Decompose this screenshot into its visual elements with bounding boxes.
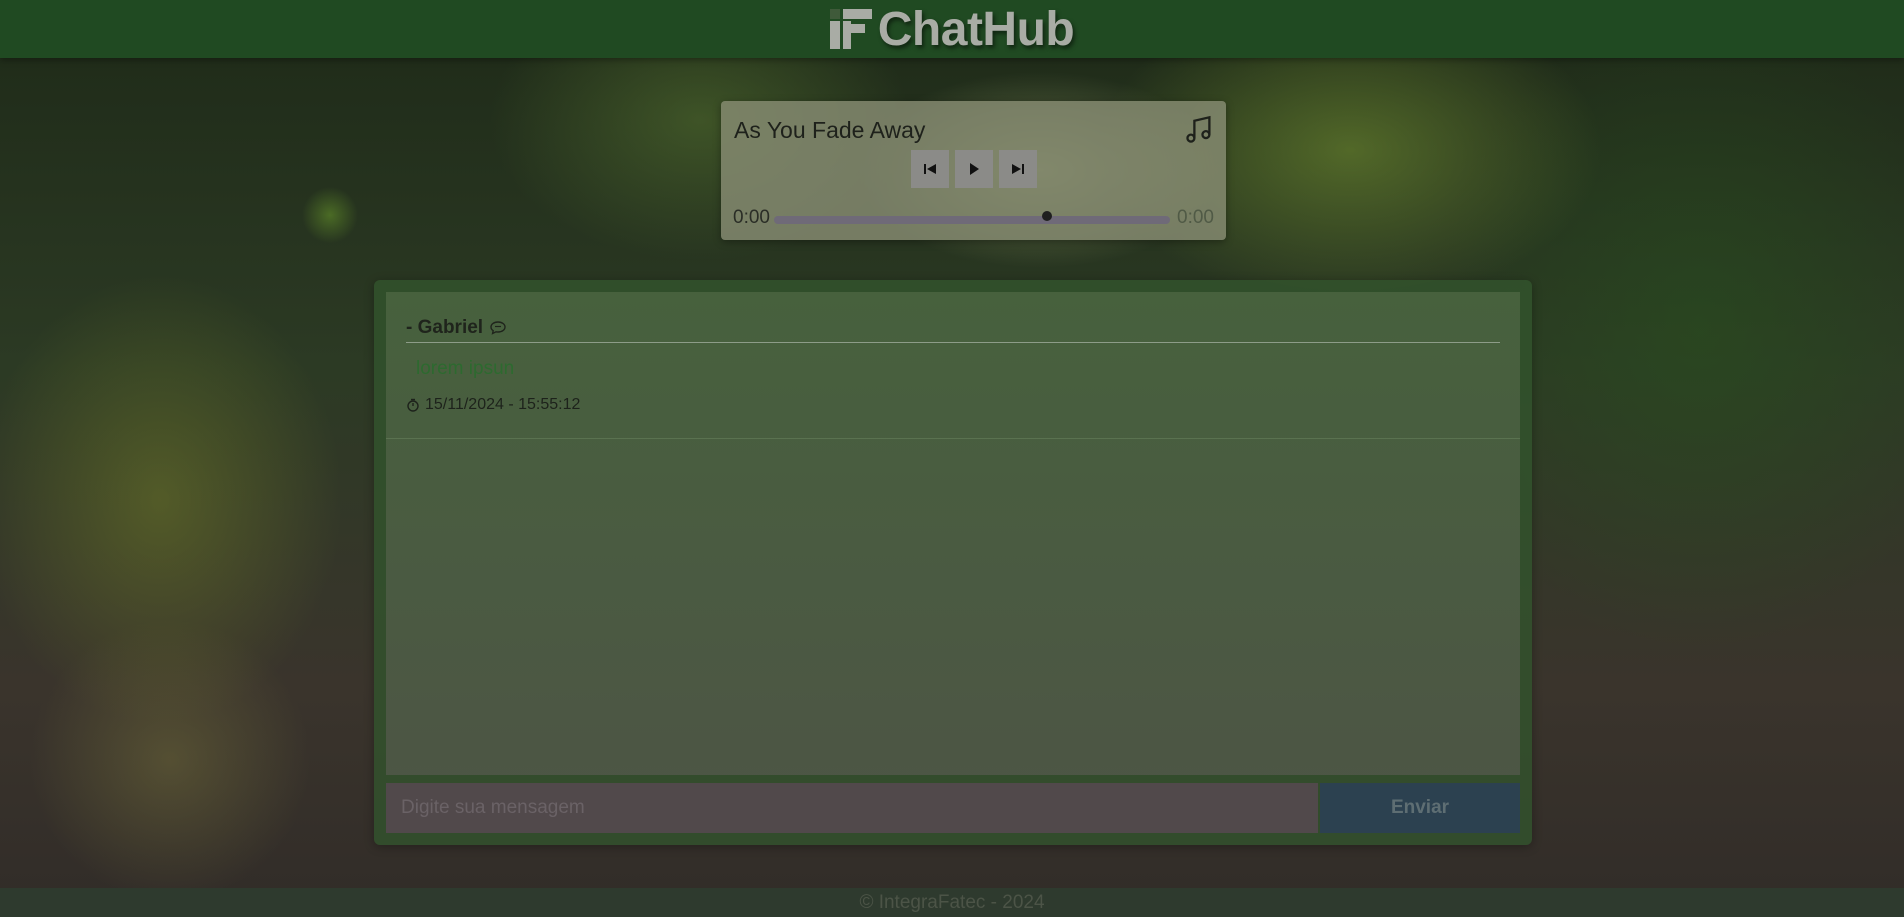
duration: 0:00 [1177, 207, 1214, 228]
next-button[interactable] [998, 150, 1037, 188]
message-input[interactable] [386, 783, 1318, 833]
author-name: - Gabriel [406, 317, 484, 338]
previous-button[interactable] [910, 150, 949, 188]
app-name: ChatHub [877, 2, 1075, 56]
message-list[interactable]: - Gabriel lorem ipsun 15/11/2024 - 15:55… [386, 292, 1520, 775]
timer-icon [407, 398, 419, 412]
music-note-icon[interactable] [1185, 115, 1213, 145]
play-icon [969, 163, 979, 175]
skip-previous-icon [923, 164, 936, 174]
song-title: As You Fade Away [734, 117, 926, 143]
message-divider [406, 342, 1500, 343]
message-composer: Enviar [386, 783, 1520, 833]
skip-next-icon [1011, 164, 1024, 174]
player-controls [721, 150, 1226, 188]
timestamp-text: 15/11/2024 - 15:55:12 [425, 396, 581, 413]
current-time: 0:00 [733, 207, 770, 228]
chat-panel: - Gabriel lorem ipsun 15/11/2024 - 15:55… [374, 280, 1532, 845]
chathub-logo-icon [829, 9, 872, 49]
message-timestamp: 15/11/2024 - 15:55:12 [406, 396, 580, 414]
footer: © IntegraFatec - 2024 [0, 888, 1904, 917]
music-player: As You Fade Away 0:00 0:00 [721, 101, 1226, 240]
speech-bubble-icon [490, 321, 506, 335]
progress-slider[interactable] [774, 216, 1170, 224]
play-button[interactable] [954, 150, 993, 188]
message-item: - Gabriel lorem ipsun 15/11/2024 - 15:55… [386, 292, 1520, 439]
message-text: lorem ipsun [416, 358, 515, 379]
logo[interactable]: ChatHub [829, 2, 1075, 57]
message-author: - Gabriel [406, 317, 507, 339]
send-button[interactable]: Enviar [1320, 783, 1520, 833]
top-bar: ChatHub [0, 0, 1904, 58]
footer-text: © IntegraFatec - 2024 [859, 891, 1045, 913]
